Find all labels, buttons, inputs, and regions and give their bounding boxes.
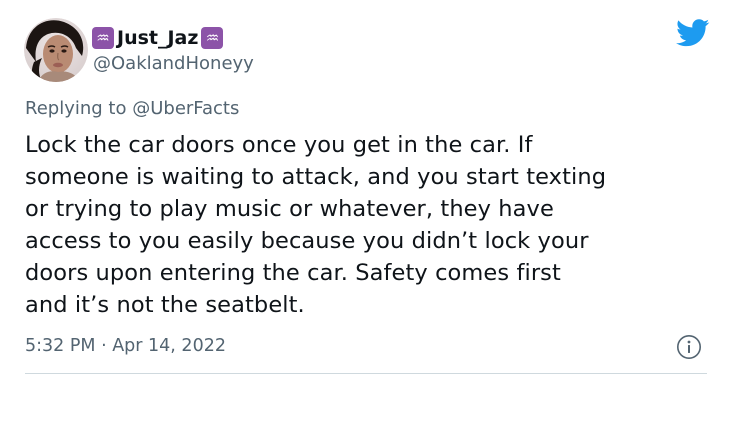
tweet-body-line: doors upon entering the car. Safety come… [25, 260, 561, 286]
tweet-card: ♒ Just_Jaz ♒ @OaklandHoneyy Replying to … [0, 0, 730, 428]
aquarius-emoji-icon: ♒ [201, 27, 224, 49]
tweet-body-line: Lock the car doors once you get in the c… [25, 132, 533, 158]
divider [25, 373, 707, 374]
tweet-timestamp[interactable]: 5:32 PM · Apr 14, 2022 [25, 334, 226, 358]
avatar[interactable] [24, 18, 88, 82]
tweet-body-line: or trying to play music or whatever, the… [25, 196, 554, 222]
replying-to-line: Replying to @UberFacts [25, 98, 239, 120]
display-name: Just_Jaz [117, 27, 199, 49]
tweet-body-line: and it’s not the seatbelt. [25, 292, 305, 318]
twitter-bird-icon[interactable] [676, 19, 710, 47]
info-icon[interactable] [676, 334, 702, 360]
user-handle[interactable]: @OaklandHoneyy [93, 53, 254, 75]
tweet-body-line: someone is waiting to attack, and you st… [25, 164, 607, 190]
author-name-row[interactable]: ♒ Just_Jaz ♒ [92, 27, 224, 49]
replying-to-mention[interactable]: @UberFacts [132, 98, 239, 119]
tweet-body-line: access to you easily because you didn’t … [25, 228, 589, 254]
avatar-image [24, 18, 88, 82]
aquarius-emoji-icon: ♒ [92, 27, 114, 49]
tweet-body: Lock the car doors once you get in the c… [25, 129, 715, 321]
replying-prefix: Replying to [25, 98, 127, 119]
